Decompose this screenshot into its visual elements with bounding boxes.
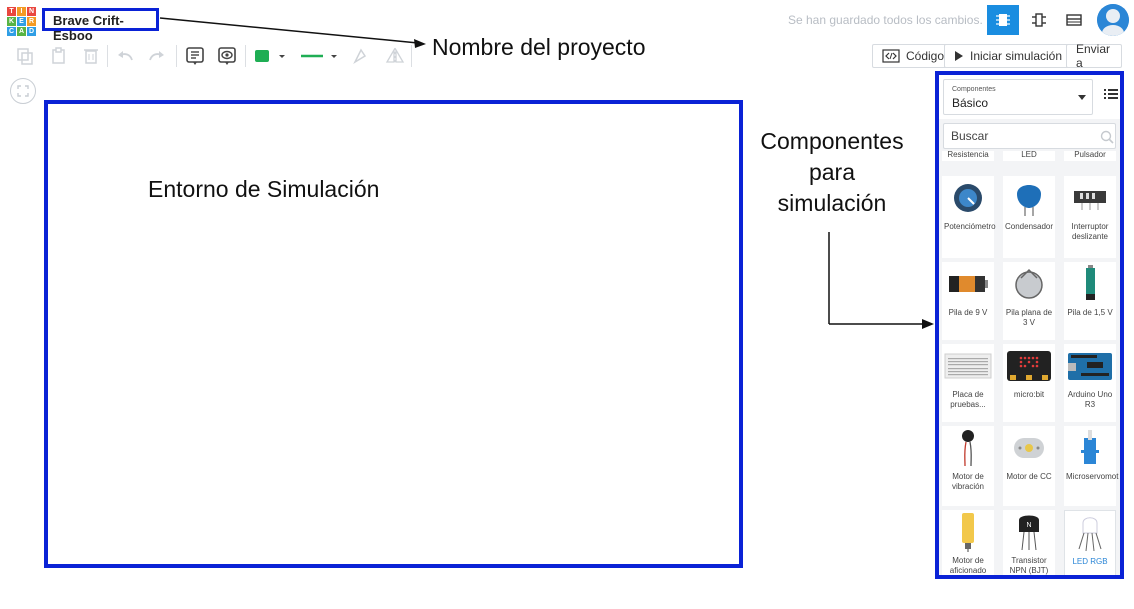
component-label: Motor de vibración bbox=[951, 472, 984, 491]
component-slide-switch[interactable]: Interruptor deslizante bbox=[1064, 176, 1116, 258]
component-label: Motor de CC bbox=[1006, 472, 1052, 481]
component-label: micro:bit bbox=[1013, 390, 1045, 399]
rgb-led-icon bbox=[1078, 517, 1102, 552]
component-label: Pila de 1,5 V bbox=[1067, 308, 1113, 317]
component-coin-cell[interactable]: Pila plana de 3 V bbox=[1003, 262, 1055, 340]
component-microbit[interactable]: micro:bit bbox=[1003, 344, 1055, 422]
component-micro-servo[interactable]: Microservomot bbox=[1064, 426, 1119, 506]
components-panel: Componentes Básico Buscar Resistencia LE… bbox=[935, 71, 1124, 579]
component-potentiometer[interactable]: Potenciómetro bbox=[942, 176, 996, 258]
component-label: Interruptor deslizante bbox=[1071, 222, 1109, 241]
npn-transistor-icon: N bbox=[1019, 515, 1039, 551]
arduino-icon bbox=[1068, 353, 1112, 380]
component-library-dropdown[interactable]: Componentes Básico bbox=[943, 79, 1093, 115]
component-arduino-uno[interactable]: Arduino Uno R3 bbox=[1064, 344, 1116, 422]
component-hobby-gearmotor[interactable]: Motor de aficionado bbox=[942, 510, 994, 575]
dropdown-value: Básico bbox=[952, 96, 989, 110]
components-annotation: Componentes para simulación bbox=[746, 126, 918, 219]
component-label: Potenciómetro bbox=[944, 222, 996, 231]
component-capacitor[interactable]: Condensador bbox=[1003, 176, 1055, 258]
caret-down-icon bbox=[1078, 95, 1086, 100]
svg-text:N: N bbox=[1026, 522, 1031, 529]
component-label: Transistor NPN (BJT) bbox=[1009, 556, 1049, 575]
search-icon bbox=[1100, 130, 1114, 144]
component-label: LED bbox=[1021, 151, 1037, 159]
component-label: Pila de 9 V bbox=[948, 308, 988, 317]
component-vibration-motor[interactable]: Motor de vibración bbox=[942, 426, 994, 506]
component-label: Pulsador bbox=[1074, 151, 1106, 159]
component-pushbutton[interactable]: Pulsador bbox=[1064, 151, 1116, 161]
component-label: Motor de aficionado bbox=[949, 556, 987, 575]
coin-cell-icon bbox=[1015, 268, 1043, 299]
component-label: Condensador bbox=[1005, 222, 1054, 231]
components-annotation-line: simulación bbox=[777, 190, 887, 216]
potentiometer-icon bbox=[954, 184, 982, 212]
microbit-icon bbox=[1007, 351, 1051, 381]
component-search-input[interactable]: Buscar bbox=[943, 123, 1116, 149]
battery-9v-icon bbox=[949, 276, 988, 292]
dropdown-caption: Componentes bbox=[952, 86, 996, 93]
component-9v-battery[interactable]: Pila de 9 V bbox=[942, 262, 994, 340]
component-aa-battery[interactable]: Pila de 1,5 V bbox=[1064, 262, 1116, 340]
component-npn-transistor[interactable]: N Transistor NPN (BJT) bbox=[1003, 510, 1055, 575]
vibration-motor-icon bbox=[962, 430, 974, 467]
component-label: Microservomot bbox=[1066, 472, 1119, 481]
dc-motor-icon bbox=[1014, 438, 1044, 458]
component-led[interactable]: LED bbox=[1003, 151, 1055, 161]
hobby-gearmotor-icon bbox=[962, 513, 974, 552]
project-name-annotation: Nombre del proyecto bbox=[432, 34, 646, 60]
battery-aa-icon bbox=[1086, 265, 1095, 300]
components-annotation-line: Componentes bbox=[760, 128, 904, 154]
slide-switch-icon bbox=[1074, 191, 1106, 210]
component-breadboard[interactable]: Placa de pruebas... bbox=[942, 344, 994, 422]
component-label: Pila plana de 3 V bbox=[1005, 308, 1053, 327]
capacitor-icon bbox=[1017, 185, 1041, 216]
component-label: Placa de pruebas... bbox=[950, 390, 986, 409]
simulation-area-annotation: Entorno de Simulación bbox=[148, 176, 380, 202]
component-rgb-led[interactable]: LED RGB bbox=[1064, 510, 1116, 575]
component-label: Arduino Uno R3 bbox=[1067, 390, 1113, 409]
component-dc-motor[interactable]: Motor de CC bbox=[1003, 426, 1055, 506]
component-resistor[interactable]: Resistencia bbox=[942, 151, 994, 161]
panel-header: Componentes Básico bbox=[939, 75, 1120, 119]
component-label: Resistencia bbox=[947, 151, 989, 159]
list-view-icon[interactable] bbox=[1104, 88, 1118, 100]
components-annotation-line: para bbox=[808, 159, 856, 185]
component-label: LED RGB bbox=[1072, 557, 1108, 566]
micro-servo-icon bbox=[1081, 430, 1099, 464]
breadboard-icon bbox=[944, 353, 992, 379]
